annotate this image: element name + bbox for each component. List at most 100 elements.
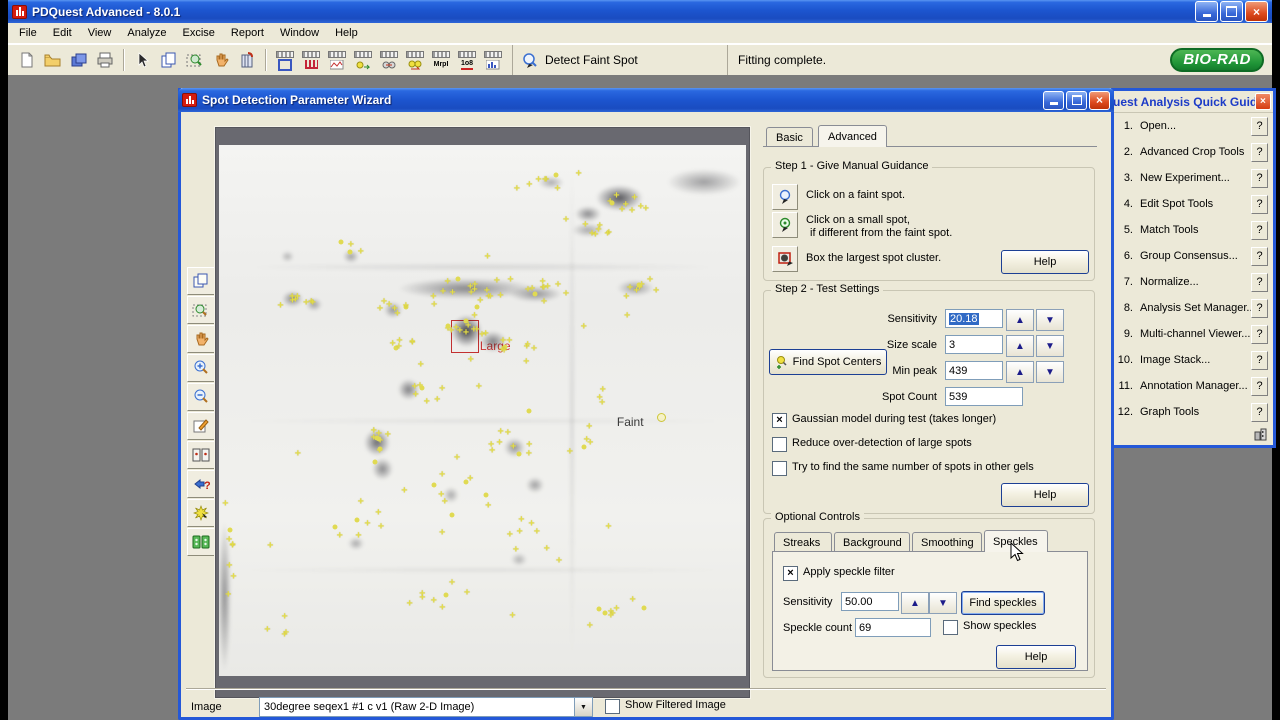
close-button[interactable]: × <box>1245 1 1268 22</box>
optional-help-button[interactable]: Help <box>996 645 1076 669</box>
save-stack-icon[interactable] <box>67 48 91 72</box>
pan-hand-tool-icon[interactable] <box>209 48 233 72</box>
size-scale-input[interactable]: 3 <box>945 335 1003 354</box>
crop-tool-icon[interactable] <box>273 48 297 72</box>
quick-guide-help-button[interactable]: ? <box>1251 194 1268 214</box>
print-icon[interactable] <box>93 48 117 72</box>
minimize-button[interactable] <box>1195 1 1218 22</box>
quick-guide-close-icon[interactable]: × <box>1254 93 1271 110</box>
sensitivity-up-button[interactable]: ▲ <box>1006 309 1034 331</box>
quick-guide-help-button[interactable]: ? <box>1251 168 1268 188</box>
menu-view[interactable]: View <box>80 25 120 41</box>
quick-guide-help-button[interactable]: ? <box>1251 272 1268 292</box>
tab-smoothing[interactable]: Smoothing <box>912 532 982 552</box>
min-peak-input[interactable]: 439 <box>945 361 1003 380</box>
speckle-sensitivity-up-button[interactable]: ▲ <box>901 592 929 614</box>
quick-guide-help-button[interactable]: ? <box>1251 376 1268 396</box>
tab-advanced[interactable]: Advanced <box>818 125 887 147</box>
size-scale-down-button[interactable]: ▼ <box>1036 335 1064 357</box>
gaussian-model-checkbox[interactable]: × Gaussian model during test (takes long… <box>772 413 996 428</box>
quick-guide-item[interactable]: 10. Image Stack...? <box>1109 347 1273 373</box>
step2-help-button[interactable]: Help <box>1001 483 1089 507</box>
quick-guide-item[interactable]: 11. Annotation Manager...? <box>1109 373 1273 399</box>
image-stack-tool-icon[interactable] <box>235 48 259 72</box>
wizard-annotate-icon[interactable] <box>187 412 215 440</box>
min-peak-down-button[interactable]: ▼ <box>1036 361 1064 383</box>
wizard-zoom-out-icon[interactable] <box>187 383 215 411</box>
combo-dropdown-icon[interactable]: ▼ <box>574 698 592 716</box>
tab-basic[interactable]: Basic <box>766 127 813 147</box>
wizard-green-grid-icon[interactable] <box>187 528 215 556</box>
show-speckles-checkbox[interactable]: Show speckles <box>943 620 1036 635</box>
sensitivity-input[interactable]: 20.18 <box>945 309 1003 328</box>
show-filtered-image-checkbox[interactable]: Show Filtered Image <box>605 699 726 714</box>
same-spot-count-checkbox[interactable]: Try to find the same number of spots in … <box>772 461 1034 476</box>
reduce-overdetection-checkbox[interactable]: Reduce over-detection of large spots <box>772 437 972 452</box>
click-small-spot-button[interactable] <box>772 212 798 238</box>
log-tool-icon[interactable]: 1o8 <box>455 48 479 72</box>
quick-guide-item[interactable]: 12. Graph Tools? <box>1109 399 1273 425</box>
quick-guide-help-button[interactable]: ? <box>1251 402 1268 422</box>
quick-guide-item[interactable]: 7. Normalize...? <box>1109 269 1273 295</box>
quick-guide-item[interactable]: 2. Advanced Crop Tools? <box>1109 139 1273 165</box>
find-spot-centers-button[interactable]: Find Spot Centers <box>769 349 887 375</box>
match-tool-icon[interactable] <box>377 48 401 72</box>
new-document-icon[interactable] <box>15 48 39 72</box>
speckle-sensitivity-input[interactable]: 50.00 <box>841 592 899 611</box>
restore-button[interactable] <box>1220 1 1243 22</box>
detect-faint-spot-button[interactable]: Detect Faint Spot <box>512 45 727 75</box>
image-combo[interactable]: 30degree seqex1 #1 c v1 (Raw 2-D Image) … <box>259 697 593 717</box>
click-faint-spot-button[interactable] <box>772 184 798 210</box>
wizard-spot-edit-icon[interactable] <box>187 499 215 527</box>
histogram-tool-icon[interactable] <box>325 48 349 72</box>
group-tool-icon[interactable] <box>403 48 427 72</box>
quick-guide-help-button[interactable]: ? <box>1251 116 1268 136</box>
wizard-pan-hand-icon[interactable] <box>187 325 215 353</box>
speckle-sensitivity-down-button[interactable]: ▼ <box>929 592 957 614</box>
quick-guide-item[interactable]: 6. Group Consensus...? <box>1109 243 1273 269</box>
organizer-icon[interactable] <box>1254 428 1267 441</box>
menu-excise[interactable]: Excise <box>175 25 223 41</box>
step1-help-button[interactable]: Help <box>1001 250 1089 274</box>
tab-background[interactable]: Background <box>834 532 910 552</box>
quick-guide-help-button[interactable]: ? <box>1251 350 1268 370</box>
gel-image[interactable]: Large Faint ++++++++++++++++++++++++++++… <box>219 145 746 676</box>
wizard-minimize-button[interactable] <box>1043 90 1064 110</box>
quick-guide-item[interactable]: 5. Match Tools? <box>1109 217 1273 243</box>
wizard-close-button[interactable]: × <box>1089 90 1110 110</box>
pointer-tool-icon[interactable] <box>131 48 155 72</box>
menu-window[interactable]: Window <box>272 25 327 41</box>
quick-guide-item[interactable]: 8. Analysis Set Manager...? <box>1109 295 1273 321</box>
quick-guide-item[interactable]: 1. Open...? <box>1109 113 1273 139</box>
find-speckles-button[interactable]: Find speckles <box>961 591 1045 615</box>
apply-speckle-filter-checkbox[interactable]: × Apply speckle filter <box>783 566 895 581</box>
wizard-dual-view-icon[interactable] <box>187 441 215 469</box>
spot-detect-tool-icon[interactable] <box>351 48 375 72</box>
tab-streaks[interactable]: Streaks <box>774 532 832 552</box>
wizard-pages-tool-icon[interactable] <box>187 267 215 295</box>
quick-guide-help-button[interactable]: ? <box>1251 220 1268 240</box>
wizard-zoom-select-icon[interactable] <box>187 296 215 324</box>
quick-guide-help-button[interactable]: ? <box>1251 298 1268 318</box>
sensitivity-down-button[interactable]: ▼ <box>1036 309 1064 331</box>
menu-edit[interactable]: Edit <box>45 25 80 41</box>
pages-tool-icon[interactable] <box>157 48 181 72</box>
menu-analyze[interactable]: Analyze <box>119 25 174 41</box>
menu-file[interactable]: File <box>11 25 45 41</box>
size-scale-up-button[interactable]: ▲ <box>1006 335 1034 357</box>
wizard-maximize-button[interactable] <box>1066 90 1087 110</box>
quick-guide-item[interactable]: 9. Multi-channel Viewer...? <box>1109 321 1273 347</box>
open-folder-icon[interactable] <box>41 48 65 72</box>
mrp-tool-icon[interactable]: MrpI <box>429 48 453 72</box>
zoom-select-tool-icon[interactable] <box>183 48 207 72</box>
wizard-context-help-icon[interactable]: ? <box>187 470 215 498</box>
wizard-titlebar[interactable]: Spot Detection Parameter Wizard × <box>178 88 1114 112</box>
quick-guide-help-button[interactable]: ? <box>1251 142 1268 162</box>
min-peak-up-button[interactable]: ▲ <box>1006 361 1034 383</box>
wizard-zoom-in-icon[interactable] <box>187 354 215 382</box>
report-chart-tool-icon[interactable] <box>481 48 505 72</box>
quick-guide-item[interactable]: 4. Edit Spot Tools? <box>1109 191 1273 217</box>
quick-guide-help-button[interactable]: ? <box>1251 246 1268 266</box>
menu-help[interactable]: Help <box>327 25 366 41</box>
box-cluster-button[interactable] <box>772 246 798 272</box>
